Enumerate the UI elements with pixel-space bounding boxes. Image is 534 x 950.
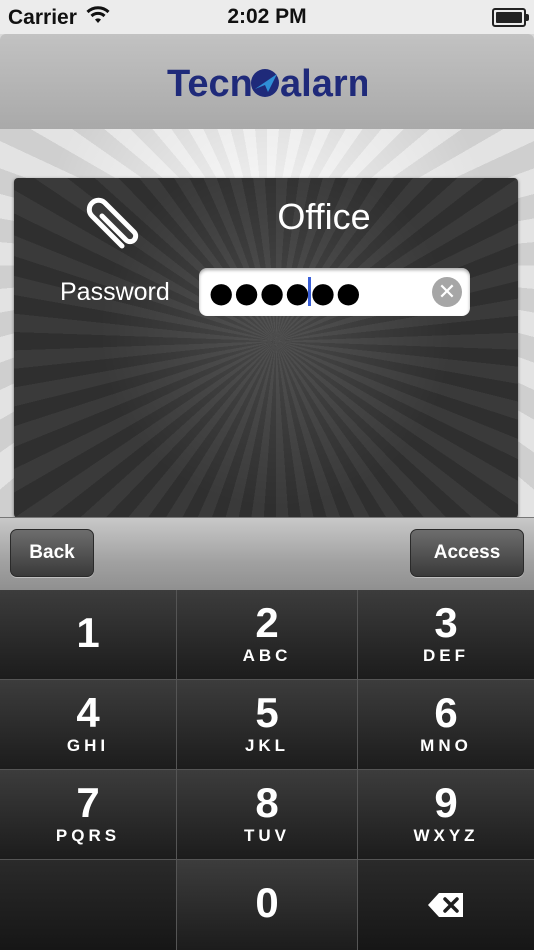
- paperclip-icon: [82, 190, 148, 261]
- panel-title: Office: [277, 196, 371, 237]
- login-panel: Office Password ●●●●●● ✕: [14, 178, 518, 518]
- text-caret: [308, 277, 311, 306]
- clear-icon[interactable]: ✕: [432, 277, 462, 307]
- password-value: ●●●●●●: [209, 276, 362, 309]
- key-letters: ABC: [242, 646, 292, 665]
- key-8[interactable]: 8 TUV: [177, 770, 358, 860]
- key-6[interactable]: 6 MNO: [358, 680, 534, 770]
- numeric-keypad: 1 2 ABC 3 DEF 4 GHI 5 JKL 6 MNO 7 PQRS 8…: [0, 590, 534, 950]
- tecnoalarm-logo: Tecn alarm: [0, 58, 534, 111]
- key-9[interactable]: 9 WXYZ: [358, 770, 534, 860]
- delete-key[interactable]: [358, 860, 534, 950]
- key-letters: DEF: [423, 646, 469, 665]
- toolbar: Back Access: [0, 517, 534, 591]
- key-blank: [0, 860, 177, 950]
- battery-icon: [492, 8, 529, 27]
- key-letters: JKL: [244, 736, 290, 755]
- app-header: Tecn alarm: [0, 34, 534, 129]
- key-number: 9: [434, 779, 458, 826]
- key-number: 7: [76, 779, 100, 826]
- svg-text:alarm: alarm: [280, 63, 367, 105]
- key-4[interactable]: 4 GHI: [0, 680, 177, 770]
- key-number: 2: [255, 599, 279, 646]
- status-bar: Carrier 2:02 PM: [0, 0, 534, 34]
- access-button[interactable]: Access: [410, 529, 524, 577]
- password-label: Password: [60, 278, 170, 306]
- key-3[interactable]: 3 DEF: [358, 590, 534, 680]
- key-number: 0: [255, 879, 279, 926]
- status-time: 2:02 PM: [227, 5, 307, 28]
- key-number: 6: [434, 689, 458, 736]
- key-letters: WXYZ: [413, 826, 479, 845]
- key-letters: GHI: [66, 736, 110, 755]
- key-number: 8: [255, 779, 279, 826]
- key-1[interactable]: 1: [0, 590, 177, 680]
- backspace-icon: [358, 892, 534, 923]
- password-field[interactable]: ●●●●●● ✕: [199, 268, 470, 316]
- back-button[interactable]: Back: [10, 529, 94, 577]
- key-number: 4: [76, 689, 100, 736]
- key-2[interactable]: 2 ABC: [177, 590, 358, 680]
- key-letters: MNO: [420, 736, 472, 755]
- key-letters: TUV: [244, 826, 290, 845]
- key-number: 3: [434, 599, 458, 646]
- key-7[interactable]: 7 PQRS: [0, 770, 177, 860]
- key-number: 5: [255, 689, 279, 736]
- key-5[interactable]: 5 JKL: [177, 680, 358, 770]
- svg-text:Tecn: Tecn: [167, 63, 253, 105]
- key-number: 1: [76, 609, 100, 656]
- key-0[interactable]: 0: [177, 860, 358, 950]
- key-letters: PQRS: [55, 826, 121, 845]
